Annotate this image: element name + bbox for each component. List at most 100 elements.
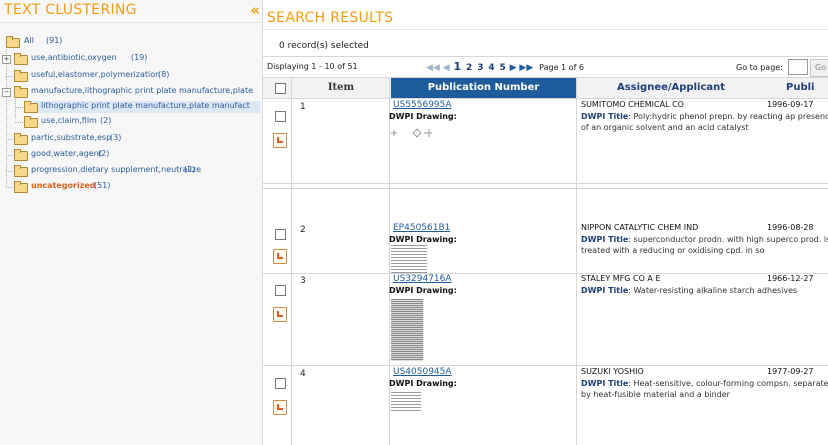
row-number: 4	[300, 369, 306, 379]
publication-date: 1996-09-17	[767, 100, 814, 109]
tree-node-label: use,claim,film	[41, 116, 97, 125]
column-header-item[interactable]: Item	[291, 78, 391, 98]
page-link-1[interactable]: 1	[454, 60, 462, 73]
publication-date: 1977-09-27	[767, 367, 814, 376]
first-page-icon[interactable]: ◀◀	[426, 63, 440, 73]
tree-node-label: lithographic print plate manufacture,pla…	[41, 101, 250, 110]
publication-date: 1966-12-27	[767, 274, 814, 283]
tree-node-label: good,water,agent	[31, 149, 102, 158]
row-checkbox[interactable]	[275, 111, 286, 122]
page-links: ◀◀ ◀ 1 2 3 4 5 ▶ ▶▶ Page 1 of 6	[426, 60, 584, 73]
displaying-range: Displaying 1 - 10 of 51	[267, 62, 358, 71]
page-link-5[interactable]: 5	[499, 63, 505, 73]
dwpi-drawing-thumbnail[interactable]	[391, 392, 421, 412]
table-row: 2 EP450561B1 DWPI Drawing: NIPPON CATALY…	[263, 188, 828, 274]
assignee: SUZUKI YOSHIO	[581, 367, 644, 376]
dwpi-drawing-thumbnail[interactable]	[391, 299, 423, 361]
folder-icon	[24, 116, 38, 128]
row-checkbox[interactable]	[275, 378, 286, 389]
select-all-checkbox[interactable]	[275, 83, 286, 94]
text-clustering-title: TEXT CLUSTERING	[4, 2, 137, 18]
goto-page-input[interactable]	[788, 59, 808, 75]
table-row: 3 US3294716A DWPI Drawing: STALEY MFG CO…	[263, 273, 828, 366]
tree-node-count: (91)	[46, 36, 63, 45]
collapse-panel-icon[interactable]: «	[250, 1, 260, 19]
column-header-publication-number[interactable]: Publication Number	[391, 78, 576, 98]
dwpi-drawing-label: DWPI Drawing:	[389, 379, 457, 388]
page-link-3[interactable]: 3	[477, 63, 483, 73]
folder-icon	[14, 181, 28, 193]
tree-node-label: useful,elastomer,polymerization	[31, 70, 161, 79]
prev-page-icon[interactable]: ◀	[443, 63, 450, 73]
search-results-panel: SEARCH RESULTS 0 record(s) selected Disp…	[263, 0, 828, 445]
last-page-icon[interactable]: ▶▶	[519, 63, 533, 73]
dwpi-title-label: DWPI Title	[581, 286, 629, 295]
dwpi-drawing-label: DWPI Drawing:	[389, 286, 457, 295]
dwpi-drawing-label: DWPI Drawing:	[389, 235, 457, 244]
publication-link[interactable]: US4050945A	[393, 367, 452, 377]
dwpi-drawing-thumbnail[interactable]	[389, 123, 439, 143]
assignee: NIPPON CATALYTIC CHEM IND	[581, 223, 699, 232]
assignee: STALEY MFG CO A E	[581, 274, 661, 283]
next-page-icon[interactable]: ▶	[510, 63, 517, 73]
dwpi-title-label: DWPI Title	[581, 379, 629, 388]
pdf-icon[interactable]	[273, 133, 287, 148]
folder-icon	[6, 36, 20, 48]
goto-label: Go to page:	[736, 63, 783, 72]
pdf-icon[interactable]	[273, 400, 287, 415]
row-checkbox[interactable]	[275, 285, 286, 296]
folder-icon	[14, 133, 28, 145]
tree-node-count: (3)	[110, 133, 122, 142]
dwpi-title: DWPI Title: Water-resisting alkaline sta…	[581, 285, 828, 296]
folder-icon	[14, 70, 28, 82]
table-row: 4 US4050945A DWPI Drawing: SUZUKI YOSHIO…	[263, 366, 828, 445]
dwpi-title: DWPI Title: superconductor prodn. with h…	[581, 234, 828, 256]
text-clustering-panel: TEXT CLUSTERING « All (91) + use,antibio…	[0, 0, 263, 445]
collapse-icon[interactable]: −	[2, 88, 11, 97]
search-results-title: SEARCH RESULTS	[267, 10, 394, 26]
dwpi-title-label: DWPI Title	[581, 235, 629, 244]
folder-icon	[14, 149, 28, 161]
title-divider	[263, 29, 828, 30]
tree-node-label: uncategorized	[31, 181, 96, 190]
pagination-bar: Displaying 1 - 10 of 51 ◀◀ ◀ 1 2 3 4 5 ▶…	[263, 56, 828, 78]
page-link-2[interactable]: 2	[466, 63, 472, 73]
tree-node-label: progression,dietary supplement,neutraliz…	[31, 165, 202, 174]
row-checkbox[interactable]	[275, 229, 286, 240]
page-of: Page 1 of 6	[539, 63, 585, 72]
tree-node-label: use,antibiotic,oxygen	[31, 53, 117, 62]
text-clustering-header: TEXT CLUSTERING «	[0, 0, 262, 23]
publication-date: 1996-08-28	[767, 223, 814, 232]
dwpi-title-text: : Water-resisting alkaline starch adhesi…	[628, 286, 798, 295]
row-number: 3	[300, 276, 306, 286]
go-button[interactable]: Go	[810, 59, 828, 77]
dwpi-title-label: DWPI Title	[581, 112, 629, 121]
results-table-header: Item Publication Number Assignee/Applica…	[263, 78, 828, 99]
tree-node-count: (19)	[131, 53, 148, 62]
dwpi-title: DWPI Title: Heat-sensitive, colour-formi…	[581, 378, 828, 400]
tree-node-count: (2)	[184, 165, 196, 174]
tree-node-count: (8)	[158, 70, 170, 79]
publication-link[interactable]: US3294716A	[393, 274, 452, 284]
tree-node-count: (51)	[94, 181, 111, 190]
publication-link[interactable]: US5556995A	[393, 100, 452, 110]
folder-icon	[24, 101, 38, 113]
pdf-icon[interactable]	[273, 307, 287, 322]
tree-node-label: partic,substrate,esp	[31, 133, 112, 142]
column-header-assignee[interactable]: Assignee/Applicant	[576, 78, 766, 98]
dwpi-drawing-thumbnail[interactable]	[391, 245, 427, 273]
publication-link[interactable]: EP450561B1	[393, 223, 450, 233]
folder-icon	[14, 165, 28, 177]
row-number: 1	[300, 102, 306, 112]
column-header-publication-date[interactable]: Publi	[766, 78, 828, 98]
tree-node-subcluster-selected[interactable]: lithographic print plate manufacture,pla…	[24, 101, 260, 113]
dwpi-title: DWPI Title: Poly:hydric phenol prepn. by…	[581, 111, 828, 133]
pdf-icon[interactable]	[273, 249, 287, 264]
page-link-4[interactable]: 4	[488, 63, 494, 73]
tree-node-label: All	[24, 36, 34, 45]
folder-icon	[14, 86, 28, 98]
assignee: SUMITOMO CHEMICAL CO	[581, 100, 684, 109]
expand-icon[interactable]: +	[2, 55, 11, 64]
row-number: 2	[300, 225, 306, 235]
dwpi-drawing-label: DWPI Drawing:	[389, 112, 457, 121]
